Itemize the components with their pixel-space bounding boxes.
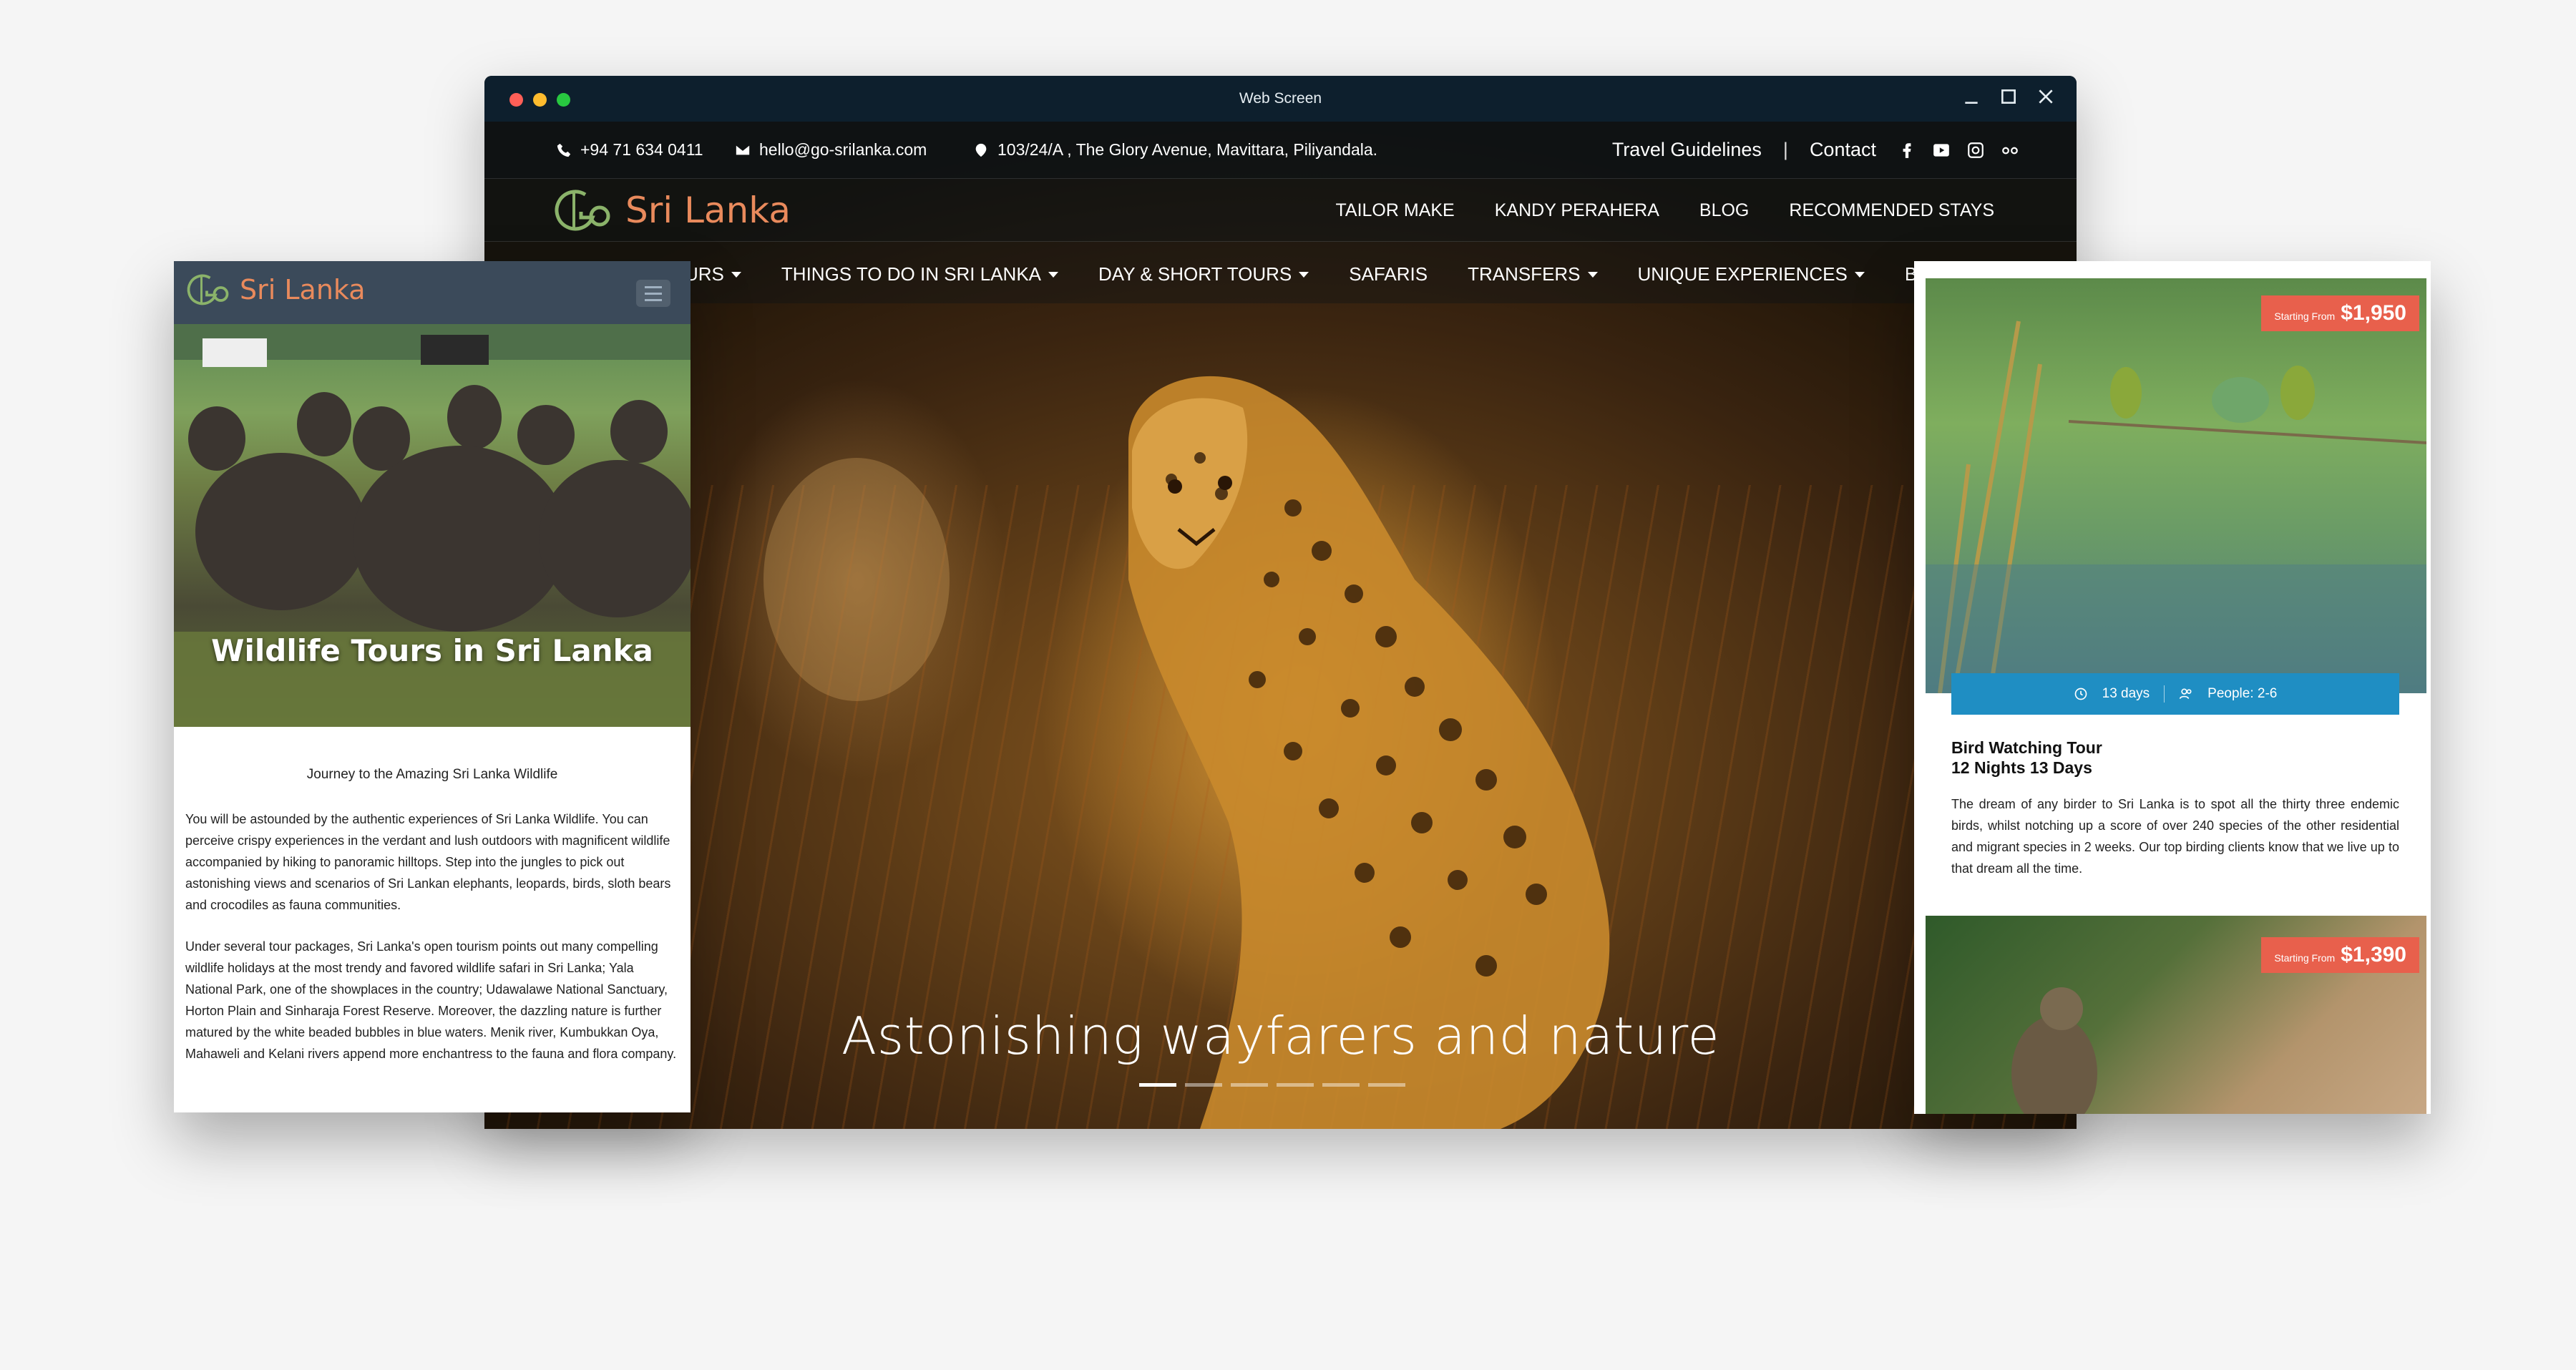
nav-transfers-label: TRANSFERS	[1468, 263, 1581, 285]
primary-navbar: Sri Lanka TAILOR MAKE KANDY PERAHERA BLO…	[484, 179, 2077, 242]
travel-guidelines-link[interactable]: Travel Guidelines	[1612, 139, 1762, 161]
slide-dot-1[interactable]	[1139, 1083, 1176, 1087]
phone-contact[interactable]: +94 71 634 0411	[556, 140, 703, 160]
facebook-icon[interactable]	[1898, 141, 1916, 160]
price-tag-second-tour: Starting From $1,390	[2261, 937, 2419, 973]
envelope-icon	[736, 145, 750, 155]
users-icon	[2180, 688, 2192, 699]
slide-dot-4[interactable]	[1277, 1083, 1314, 1087]
nav-transfers[interactable]: TRANSFERS	[1468, 263, 1598, 285]
info-divider	[2164, 685, 2165, 703]
nav-tours-label: URS	[685, 263, 724, 285]
phone-number: +94 71 634 0411	[580, 140, 703, 159]
phone-icon	[557, 143, 571, 157]
nav-things-to-do-label: THINGS TO DO IN SRI LANKA	[781, 263, 1042, 285]
tour-days: 13 days	[2102, 686, 2150, 701]
go-logo-icon	[187, 274, 229, 305]
hero-slogan: Astonishing wayfarers and nature	[841, 1006, 1720, 1066]
caret-down-icon	[1048, 271, 1059, 278]
clock-icon	[2074, 688, 2087, 700]
birds-illustration	[1926, 321, 2427, 694]
price-from-label: Starting From	[2274, 952, 2336, 964]
price-value: $1,950	[2341, 301, 2406, 325]
nav-unique-experiences-label: UNIQUE EXPERIENCES	[1637, 263, 1848, 285]
slide-dot-3[interactable]	[1231, 1083, 1268, 1087]
caret-down-icon	[1587, 271, 1598, 278]
instagram-icon[interactable]	[1966, 141, 1985, 160]
wildlife-article: Journey to the Amazing Sri Lanka Wildlif…	[174, 727, 691, 1085]
youtube-icon[interactable]	[1932, 141, 1951, 160]
mobile-logo[interactable]: Sri Lanka	[185, 270, 366, 310]
go-logo-icon	[555, 190, 610, 231]
map-pin-icon	[975, 143, 987, 157]
bird-watching-image[interactable]	[1926, 278, 2427, 694]
contact-topbar: +94 71 634 0411 hello@go-srilanka.com 10…	[484, 122, 2077, 179]
email-contact[interactable]: hello@go-srilanka.com	[735, 140, 927, 160]
nav-day-short-tours[interactable]: DAY & SHORT TOURS	[1098, 263, 1309, 285]
email-address: hello@go-srilanka.com	[759, 140, 927, 159]
mobile-tour-cards: Starting From $1,950 13 days People: 2-6…	[1914, 261, 2431, 1114]
tour-people: People: 2-6	[2207, 686, 2278, 701]
maximize-icon[interactable]	[1999, 87, 2018, 106]
nav-safaris[interactable]: SAFARIS	[1349, 263, 1428, 285]
price-tag-bird-tour: Starting From $1,950	[2261, 295, 2419, 331]
nav-tailor-make[interactable]: TAILOR MAKE	[1335, 200, 1454, 221]
minimize-icon[interactable]	[1962, 87, 1981, 106]
window-titlebar: Web Screen	[484, 76, 2077, 122]
contact-link[interactable]: Contact	[1810, 139, 1876, 161]
caret-down-icon	[1299, 271, 1309, 278]
price-from-label: Starting From	[2274, 310, 2336, 322]
wildlife-paragraph-2: Under several tour packages, Sri Lanka's…	[185, 939, 677, 1061]
wildlife-hero-title: Wildlife Tours in Sri Lanka	[211, 633, 653, 668]
window-title: Web Screen	[1239, 90, 1322, 107]
nav-safaris-label: SAFARIS	[1349, 263, 1428, 285]
close-icon[interactable]	[2036, 87, 2055, 106]
slider-pagination	[1139, 1083, 1405, 1087]
nav-things-to-do[interactable]: THINGS TO DO IN SRI LANKA	[781, 263, 1059, 285]
mobile-logo-text: Sri Lanka	[240, 274, 366, 305]
bird-tour-title-line1: Bird Watching Tour	[1951, 738, 2102, 757]
wildlife-paragraph-1: You will be astounded by the authentic e…	[185, 812, 671, 912]
site-logo[interactable]: Sri Lanka	[552, 185, 791, 236]
nav-tours[interactable]: URS	[685, 263, 741, 285]
address-text: 103/24/A , The Glory Avenue, Mavittara, …	[997, 140, 1378, 159]
desktop-window: Web Screen +94 71 634 0411 hello@go-sril…	[484, 76, 2077, 1129]
nav-blog-primary[interactable]: BLOG	[1699, 200, 1749, 221]
mobile-wildlife-page: Sri Lanka Wildlife Tours in Sri Lanka Jo…	[174, 261, 691, 1112]
hamburger-menu-icon[interactable]	[636, 280, 670, 307]
slide-dot-2[interactable]	[1185, 1083, 1222, 1087]
slide-dot-6[interactable]	[1368, 1083, 1405, 1087]
link-separator: |	[1782, 139, 1788, 160]
secondary-navbar: URS THINGS TO DO IN SRI LANKA DAY & SHOR…	[484, 242, 2077, 303]
tour-info-bar: 13 days People: 2-6	[1951, 673, 2399, 715]
slide-dot-5[interactable]	[1322, 1083, 1360, 1087]
bird-tour-card-body: Bird Watching Tour 12 Nights 13 Days The…	[1951, 738, 2399, 879]
logo-text: Sri Lanka	[625, 190, 791, 231]
tripadvisor-icon[interactable]	[2001, 141, 2019, 160]
price-value: $1,390	[2341, 943, 2406, 967]
nav-day-short-tours-label: DAY & SHORT TOURS	[1098, 263, 1292, 285]
address-contact: 103/24/A , The Glory Avenue, Mavittara, …	[973, 140, 1377, 160]
nav-unique-experiences[interactable]: UNIQUE EXPERIENCES	[1638, 263, 1865, 285]
mobile-header: Sri Lanka	[174, 261, 691, 324]
nav-kandy-perahera[interactable]: KANDY PERAHERA	[1495, 200, 1659, 221]
nav-recommended-stays[interactable]: RECOMMENDED STAYS	[1789, 200, 1994, 221]
wildlife-subtitle: Journey to the Amazing Sri Lanka Wildlif…	[306, 767, 558, 782]
bird-tour-description: The dream of any birder to Sri Lanka is …	[1951, 797, 2399, 876]
caret-down-icon	[1854, 271, 1865, 278]
bird-tour-title[interactable]: Bird Watching Tour 12 Nights 13 Days	[1951, 738, 2399, 778]
bird-tour-title-line2: 12 Nights 13 Days	[1951, 758, 2092, 777]
caret-down-icon	[731, 271, 741, 278]
